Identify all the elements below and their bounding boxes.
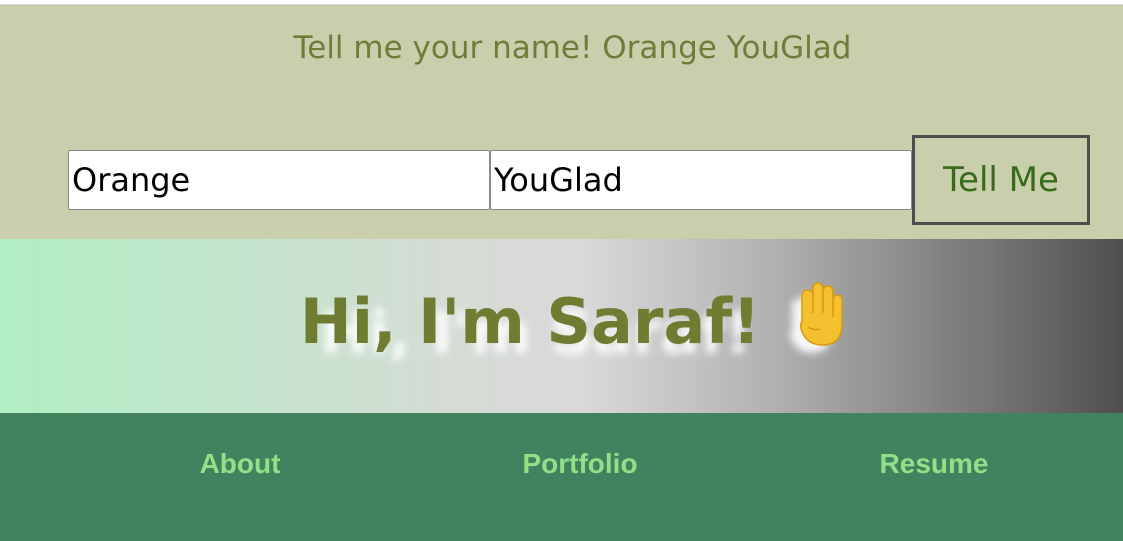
hero-title-text: Hi, I'm Saraf! (299, 285, 761, 358)
last-name-input[interactable] (490, 150, 912, 210)
name-form-section: Tell me your name! Orange YouGlad Tell M… (0, 4, 1123, 239)
hero-banner: Hi, I'm Saraf! Hi, I'm Saraf! (0, 239, 1123, 413)
waving-hand-icon (788, 281, 850, 362)
tell-me-button[interactable]: Tell Me (912, 135, 1090, 225)
greeting-text: Tell me your name! Orange YouGlad (293, 30, 852, 66)
nav-link-about[interactable]: About (200, 448, 281, 480)
nav-link-resume[interactable]: Resume (880, 448, 989, 480)
main-nav: About Portfolio Resume (0, 413, 1123, 541)
first-name-input[interactable] (68, 150, 490, 210)
hero-title: Hi, I'm Saraf! (0, 281, 1123, 362)
nav-link-portfolio[interactable]: Portfolio (522, 448, 637, 480)
